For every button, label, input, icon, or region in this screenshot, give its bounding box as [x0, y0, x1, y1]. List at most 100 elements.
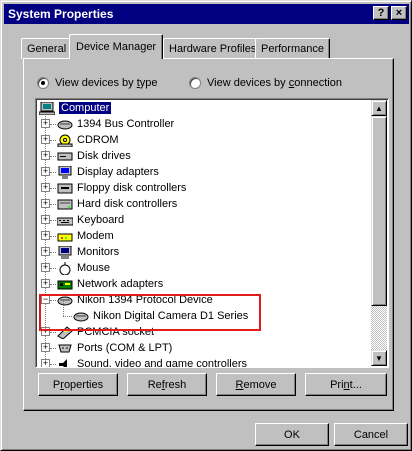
ok-button[interactable]: OK	[255, 423, 329, 446]
view-by-type-option[interactable]: View devices by type	[37, 77, 158, 89]
sound-icon	[57, 358, 73, 367]
properties-button[interactable]: Properties	[38, 373, 118, 396]
view-by-connection-radio[interactable]	[189, 77, 201, 89]
device-tree[interactable]: Computer +1394 Bus Controller + CDROM + Disk…	[35, 98, 389, 368]
cancel-button-label: Cancel	[353, 428, 389, 441]
properties-button-label: Properties	[52, 378, 104, 391]
help-icon[interactable]: ?	[373, 6, 389, 20]
tree-item[interactable]: Hard disk controllers	[57, 196, 177, 212]
tree-item-label: Modem	[77, 230, 114, 242]
remove-button-label: Remove	[235, 378, 277, 391]
tree-item[interactable]: Disk drives	[57, 148, 131, 164]
tree-item[interactable]: Keyboard	[56, 212, 125, 228]
expand-icon[interactable]: +	[41, 327, 50, 336]
cdrom-icon	[57, 134, 73, 147]
print-button-label: Print...	[330, 378, 362, 391]
tree-item-label: Network adapters	[77, 278, 164, 290]
refresh-button-label: Refresh	[147, 378, 187, 391]
view-by-connection-label: View devices by connection	[207, 77, 342, 89]
tree-item[interactable]: Ports (COM & LPT)	[57, 340, 172, 356]
tree-item-label: Floppy disk controllers	[77, 182, 187, 194]
network-adapter-icon	[57, 278, 73, 291]
expand-icon[interactable]: +	[41, 279, 50, 288]
tree-item-label: Nikon Digital Camera D1 Series	[93, 310, 249, 322]
tab-performance-label: Performance	[261, 43, 324, 55]
tree-item-label: Monitors	[77, 246, 120, 258]
window-title: System Properties	[8, 7, 114, 21]
expand-icon[interactable]: +	[41, 199, 50, 208]
protocol-device-icon	[57, 294, 73, 307]
system-properties-window: System Properties ? × General Device Man…	[0, 0, 412, 451]
tree-item[interactable]: Sound, video and game controllers	[57, 356, 247, 368]
tree-item[interactable]: Nikon 1394 Protocol Device	[57, 292, 213, 308]
tree-scrollbar[interactable]: ▲ ▼	[371, 100, 387, 366]
expand-icon[interactable]: +	[41, 151, 50, 160]
tree-item[interactable]: PCMCIA socket	[57, 324, 154, 340]
expand-icon[interactable]: +	[41, 247, 50, 256]
tree-item[interactable]: Display adapters	[57, 164, 159, 180]
view-by-type-label: View devices by type	[55, 77, 158, 89]
tree-item-label: Nikon 1394 Protocol Device	[77, 294, 213, 306]
tab-general[interactable]: General	[21, 38, 73, 59]
modem-icon	[57, 230, 73, 243]
scroll-up-icon[interactable]: ▲	[371, 100, 387, 116]
disk-drive-icon	[57, 150, 73, 163]
bus-controller-icon	[57, 118, 73, 131]
remove-button[interactable]: Remove	[216, 373, 296, 396]
tree-item[interactable]: Network adapters	[57, 276, 163, 292]
tab-hardware-profiles[interactable]: Hardware Profiles	[163, 38, 263, 59]
tree-root[interactable]: Computer	[38, 100, 113, 116]
print-button[interactable]: Print...	[305, 373, 387, 396]
tree-item[interactable]: 1394 Bus Controller	[57, 116, 174, 132]
mouse-icon	[57, 261, 73, 275]
computer-icon	[38, 101, 56, 115]
tab-device-manager-label: Device Manager	[76, 41, 157, 53]
tree-item-label: Mouse	[77, 262, 111, 274]
tree-item[interactable]: Modem	[57, 228, 114, 244]
tree-item-label: Display adapters	[77, 166, 159, 178]
tree-item-label: Sound, video and game controllers	[77, 358, 247, 368]
tree-item[interactable]: CDROM	[57, 132, 119, 148]
tree-item[interactable]: Floppy disk controllers	[57, 180, 186, 196]
tab-device-manager[interactable]: Device Manager	[69, 34, 164, 59]
tree-item-label: PCMCIA socket	[77, 326, 155, 338]
keyboard-icon	[56, 214, 74, 227]
expand-icon[interactable]: +	[41, 359, 50, 367]
tab-performance[interactable]: Performance	[255, 38, 330, 59]
scroll-down-icon[interactable]: ▼	[371, 350, 387, 366]
camera-device-icon	[73, 310, 89, 323]
cancel-button[interactable]: Cancel	[334, 423, 408, 446]
floppy-controller-icon	[57, 182, 73, 195]
tree-item-label: 1394 Bus Controller	[77, 118, 175, 130]
expand-icon[interactable]: +	[41, 263, 50, 272]
display-adapter-icon	[57, 165, 73, 179]
view-by-connection-option[interactable]: View devices by connection	[189, 77, 342, 89]
tree-item[interactable]: Mouse	[57, 260, 110, 276]
view-by-type-radio[interactable]	[37, 77, 49, 89]
tree-child-item[interactable]: Nikon Digital Camera D1 Series	[73, 308, 248, 324]
refresh-button[interactable]: Refresh	[127, 373, 207, 396]
tree-item-label: Ports (COM & LPT)	[77, 342, 173, 354]
tree-item[interactable]: Monitors	[57, 244, 119, 260]
tree-root-label: Computer	[57, 101, 113, 115]
tree-item-label: Disk drives	[77, 150, 131, 162]
expand-icon[interactable]: +	[41, 343, 50, 352]
collapse-icon[interactable]: −	[41, 295, 50, 304]
expand-icon[interactable]: +	[41, 135, 50, 144]
scroll-thumb[interactable]	[371, 116, 387, 306]
expand-icon[interactable]: +	[41, 167, 50, 176]
close-icon[interactable]: ×	[391, 6, 407, 20]
tree-item-label: CDROM	[77, 134, 119, 146]
expand-icon[interactable]: +	[41, 231, 50, 240]
expand-icon[interactable]: +	[41, 183, 50, 192]
hard-disk-controller-icon	[57, 198, 73, 211]
pcmcia-icon	[57, 325, 73, 340]
monitor-icon	[57, 245, 73, 259]
tree-item-label: Keyboard	[77, 214, 125, 226]
expand-icon[interactable]: +	[41, 119, 50, 128]
title-bar[interactable]: System Properties ? ×	[4, 4, 409, 24]
expand-icon[interactable]: +	[41, 215, 50, 224]
tree-item-label: Hard disk controllers	[77, 198, 178, 210]
ok-button-label: OK	[284, 428, 300, 441]
ports-icon	[57, 342, 73, 355]
